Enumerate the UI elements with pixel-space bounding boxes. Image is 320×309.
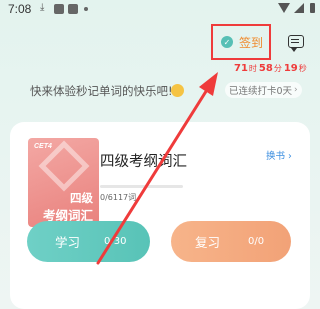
progress-bar <box>100 185 183 188</box>
countdown-minute-unit: 分 <box>273 64 282 73</box>
countdown-minutes: 58 <box>258 63 273 74</box>
review-button[interactable]: 复习 0/0 <box>171 221 291 262</box>
checkin-countdown: 71时 58分 19秒 <box>234 63 309 74</box>
cover-tag: CET4 <box>34 143 52 150</box>
message-icon[interactable] <box>288 35 304 52</box>
signal-icon <box>294 3 304 13</box>
countdown-hours: 71 <box>234 63 248 74</box>
slogan-text: 快来体验秒记单词的快乐吧! <box>30 84 173 98</box>
streak-badge[interactable]: 已连续打卡0天 › <box>225 82 302 98</box>
chevron-right-icon: › <box>288 151 292 162</box>
study-count: 0/30 <box>104 236 127 247</box>
arrow-head <box>199 72 218 96</box>
streak-label: 已连续打卡0天 <box>229 86 293 97</box>
countdown-second-unit: 秒 <box>298 64 307 73</box>
notification-icon <box>54 4 64 14</box>
download-icon: ⤓ <box>40 2 45 13</box>
highlight-box <box>211 24 271 60</box>
change-book-label: 换书 <box>266 151 286 162</box>
change-book-link[interactable]: 换书 › <box>266 148 292 162</box>
status-bar: 7:08 ⤓ <box>0 0 320 20</box>
smile-emoji-icon <box>171 84 184 97</box>
chevron-right-icon: › <box>294 85 298 95</box>
review-count: 0/0 <box>248 236 265 247</box>
countdown-hour-unit: 时 <box>248 64 257 73</box>
countdown-seconds: 19 <box>283 63 298 74</box>
progress-text: 0/6117词 <box>100 193 137 202</box>
review-label: 复习 <box>195 235 221 250</box>
study-label: 学习 <box>55 235 81 250</box>
notification-icon <box>68 4 78 14</box>
wifi-icon <box>278 3 290 13</box>
cover-title-line1: 四级 <box>70 191 93 205</box>
book-cover[interactable]: CET4 四级 考纲词汇 <box>28 138 99 227</box>
study-button[interactable]: 学习 0/30 <box>27 221 150 262</box>
status-time: 7:08 <box>8 2 32 16</box>
more-notifications-icon <box>84 7 88 11</box>
book-card: CET4 四级 考纲词汇 四级考纲词汇 换书 › 0/6117词 学习 0/30… <box>10 122 310 309</box>
battery-icon <box>310 3 315 13</box>
book-title: 四级考纲词汇 <box>100 154 187 170</box>
